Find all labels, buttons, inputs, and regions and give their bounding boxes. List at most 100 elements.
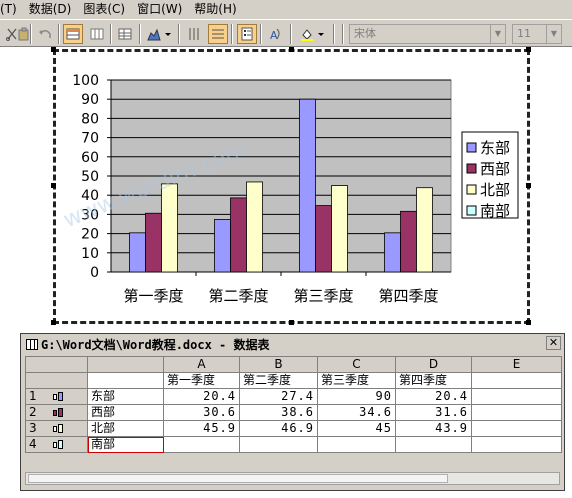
series-swatch-small (52, 393, 57, 400)
data-cell[interactable]: 46.9 (239, 420, 318, 437)
header-cell[interactable]: 第一季度 (163, 372, 240, 389)
horizontal-scrollbar[interactable] (25, 472, 560, 485)
column-chart: 0102030405060708090100第一季度 第二季度 第三季度 第四季度东部… (72, 73, 519, 305)
y-tick-label: 100 (72, 73, 99, 89)
series-swatch (57, 408, 63, 417)
bar (161, 183, 178, 273)
data-cell[interactable]: 20.4 (163, 388, 240, 405)
select-all-corner[interactable] (25, 356, 88, 373)
column-header-a[interactable]: A (163, 356, 240, 373)
data-cell[interactable]: 45.9 (163, 420, 240, 437)
row-header-2[interactable]: 2 (25, 404, 88, 421)
row-header-1[interactable]: 1 (25, 388, 88, 405)
data-cell[interactable]: 38.6 (239, 404, 318, 421)
column-header-row: A B C D E (25, 356, 562, 373)
series-swatch-small (52, 409, 57, 416)
datasheet-icon (26, 339, 38, 350)
legend-label: 东部 (480, 139, 510, 157)
bar (145, 212, 162, 273)
data-cell[interactable] (317, 436, 396, 453)
corner-cell[interactable] (87, 372, 164, 389)
data-cell[interactable]: 31.6 (395, 404, 472, 421)
bar (331, 185, 348, 273)
row-label-cell[interactable]: 西部 (87, 404, 164, 421)
table-row: 第一季度 第二季度 第三季度 第四季度 (25, 372, 562, 389)
column-header-e[interactable]: E (471, 356, 562, 373)
data-cell[interactable] (239, 436, 318, 453)
data-cell[interactable]: 34.6 (317, 404, 396, 421)
legend-swatch (466, 142, 477, 153)
table-row: 3 北部 45.9 46.9 45 43.9 (25, 420, 562, 437)
series-swatch (57, 424, 63, 433)
data-cell[interactable]: 27.4 (239, 388, 318, 405)
row-label-cell[interactable]: 东部 (87, 388, 164, 405)
series-swatch (57, 392, 63, 401)
bar (384, 232, 401, 273)
series-swatch-small (52, 425, 57, 432)
series-swatch-small (52, 441, 57, 448)
data-cell[interactable] (471, 420, 562, 437)
header-cell[interactable]: 第二季度 (239, 372, 318, 389)
legend-swatch (466, 205, 477, 216)
y-tick-label: 0 (90, 265, 99, 281)
datasheet-title: G:\Word文档\Word教程.docx - 数据表 (41, 338, 270, 352)
header-cell[interactable]: 第四季度 (395, 372, 472, 389)
bar (246, 181, 263, 273)
data-cell[interactable] (471, 388, 562, 405)
header-cell[interactable]: 第三季度 (317, 372, 396, 389)
datasheet-window: G:\Word文档\Word教程.docx - 数据表 ✕ A B C D E … (20, 333, 565, 491)
legend-label: 北部 (480, 181, 510, 199)
data-cell[interactable] (395, 436, 472, 453)
column-header-label[interactable] (87, 356, 164, 373)
bar (214, 218, 231, 273)
y-tick-label: 60 (81, 150, 99, 166)
bar (416, 187, 433, 273)
data-cell[interactable] (471, 436, 562, 453)
row-header-4[interactable]: 4 (25, 436, 88, 453)
column-header-d[interactable]: D (395, 356, 472, 373)
legend-label: 南部 (480, 202, 510, 220)
column-header-b[interactable]: B (239, 356, 318, 373)
row-number: 1 (29, 389, 37, 404)
bar (400, 210, 417, 273)
column-header-c[interactable]: C (317, 356, 396, 373)
data-cell[interactable] (163, 436, 240, 453)
data-cell[interactable]: 20.4 (395, 388, 472, 405)
bar (315, 205, 332, 273)
row-number: 4 (29, 437, 37, 452)
bar (299, 98, 316, 273)
datasheet-titlebar[interactable]: G:\Word文档\Word教程.docx - 数据表 (23, 336, 562, 354)
header-cell[interactable] (471, 372, 562, 389)
x-tick-label: 第二季度 (208, 287, 268, 305)
data-cell[interactable]: 30.6 (163, 404, 240, 421)
row-number: 2 (29, 405, 37, 420)
y-tick-label: 80 (81, 111, 99, 127)
bar (230, 197, 247, 273)
x-tick-label: 第四季度 (378, 287, 438, 305)
x-tick-label: 第一季度 (123, 287, 183, 305)
data-cell[interactable]: 45 (317, 420, 396, 437)
row-header-labels[interactable] (25, 372, 88, 389)
table-row: 2 西部 30.6 38.6 34.6 31.6 (25, 404, 562, 421)
table-row: 4 南部 (25, 436, 562, 453)
close-button[interactable]: ✕ (546, 336, 561, 350)
data-cell[interactable] (471, 404, 562, 421)
y-tick-label: 50 (81, 169, 99, 185)
scrollbar-thumb[interactable] (28, 474, 448, 483)
bar (129, 232, 146, 273)
y-tick-label: 70 (81, 131, 99, 147)
data-cell[interactable]: 43.9 (395, 420, 472, 437)
x-tick-label: 第三季度 (293, 287, 353, 305)
row-label-cell-active[interactable]: 南部 (87, 436, 164, 453)
y-tick-label: 20 (81, 227, 99, 243)
y-tick-label: 90 (81, 92, 99, 108)
legend-label: 西部 (480, 160, 510, 178)
row-number: 3 (29, 421, 37, 436)
legend-swatch (466, 163, 477, 174)
data-cell[interactable]: 90 (317, 388, 396, 405)
row-header-3[interactable]: 3 (25, 420, 88, 437)
datasheet-grid: A B C D E 第一季度 第二季度 第三季度 第四季度 1 东部 20.4 … (25, 356, 562, 453)
legend-swatch (466, 184, 477, 195)
row-label-cell[interactable]: 北部 (87, 420, 164, 437)
table-row: 1 东部 20.4 27.4 90 20.4 (25, 388, 562, 405)
